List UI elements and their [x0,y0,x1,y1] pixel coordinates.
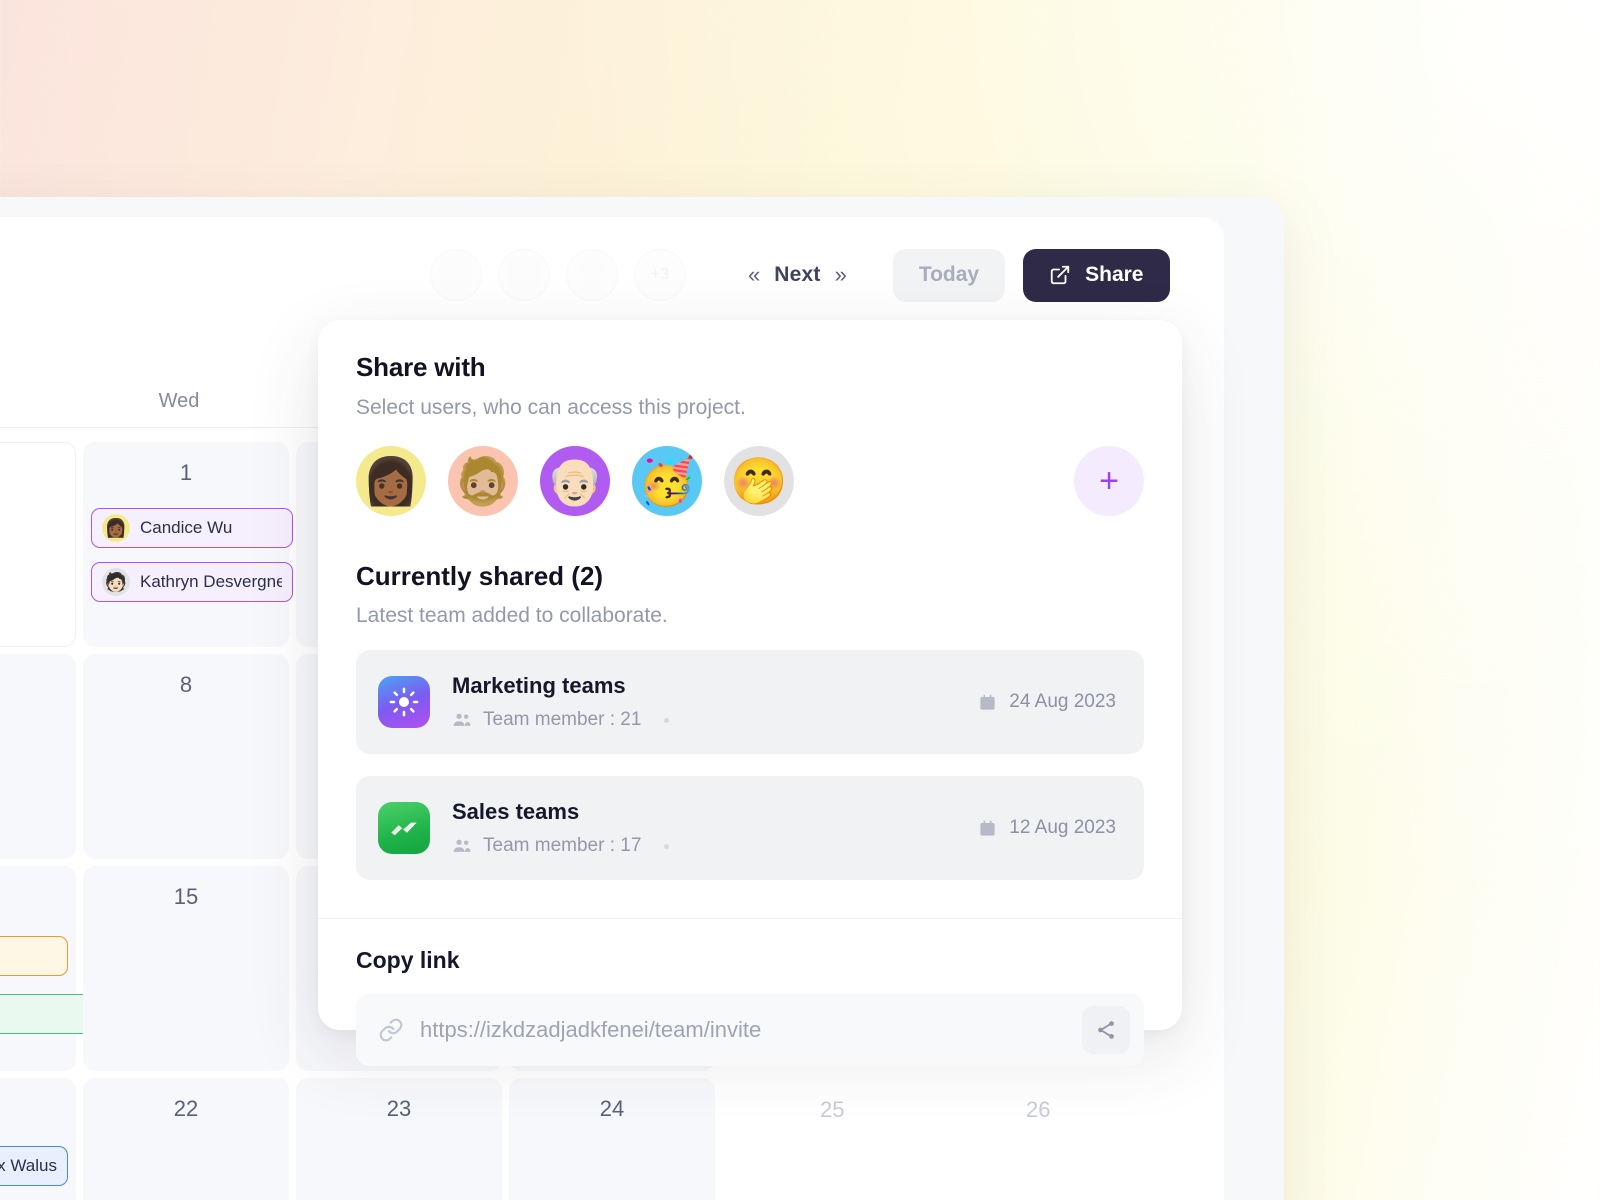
share-with-title: Share with [356,352,486,382]
calendar-day-cell[interactable]: 30 [0,442,76,647]
calendar-day-cell[interactable]: 23 [296,1078,502,1200]
team-member-count: Team member : 17 [483,835,642,856]
day-number: 22 [173,1096,199,1121]
team-name: Sales teams [452,799,580,824]
plus-icon: + [1099,461,1119,500]
currently-shared-subtitle: Latest team added to collaborate. [356,604,668,627]
share-modal: Share with Select users, who can access … [318,320,1182,1066]
day-number: 24 [599,1096,625,1121]
calendar-icon [978,819,997,838]
team-meta: Team member : 21 [452,709,978,731]
user-avatar-glasses[interactable]: 👴🏻 [540,446,610,516]
calendar-day-cell[interactable]: 24 [509,1078,715,1200]
member-avatar[interactable]: 🧑 [498,249,550,301]
event-label: Alex Walus [0,1156,57,1175]
team-card[interactable]: Marketing teams Team member : 21 24 Aug … [356,650,1144,754]
today-button[interactable]: Today [892,248,1006,302]
team-date: 24 Aug 2023 [978,691,1122,713]
day-number: 8 [179,672,193,697]
messenger-bolt-icon [378,802,430,854]
user-avatar-surprised[interactable]: 🤭 [724,446,794,516]
calendar-day-cell[interactable]: 1 👩🏾 Candice Wu 🧑🏻 Kathryn Desvergne [83,442,293,647]
team-date-label: 12 Aug 2023 [1009,817,1116,838]
share-link-button[interactable] [1082,1006,1130,1054]
user-avatar-bearded[interactable]: 🧔🏼 [448,446,518,516]
link-icon [378,1017,404,1043]
member-avatar-stack[interactable]: 👩 🧑 👤 +3 [430,249,702,301]
add-user-button[interactable]: + [1074,446,1144,516]
team-card[interactable]: Sales teams Team member : 17 12 Aug 2023 [356,776,1144,880]
copy-link-field[interactable]: https://izkdzadjadkfenei/team/invite [356,994,1144,1066]
day-number: 1 [179,460,193,485]
calendar-icon [978,693,997,712]
calendar-day-cell[interactable]: 14 [0,866,190,1071]
share-avatar-row: 👩🏾 🧔🏼 👴🏻 🥳 🤭 + [356,446,1144,516]
user-avatar-party[interactable]: 🥳 [632,446,702,516]
team-name: Marketing teams [452,673,626,698]
currently-shared-title: Currently shared (2) [356,561,604,591]
day-number: 21 [0,1096,76,1122]
period-navigation: « Next » [748,263,847,287]
team-date-label: 24 Aug 2023 [1009,691,1116,712]
calendar-day-cell[interactable]: 15 [83,866,289,1071]
copy-link-section: Copy link https://izkdzadjadkfenei/team/… [318,919,1182,1066]
event-avatar: 👩🏾 [102,514,130,542]
day-number: 14 [0,884,76,910]
calendar-event[interactable]: 🧑🏻 Kathryn Desvergne [91,562,293,602]
day-number: 23 [386,1096,412,1121]
people-icon [452,710,472,730]
share-with-subtitle: Select users, who can access this projec… [356,396,746,419]
copy-link-title: Copy link [356,947,460,973]
weekday-label: Wed [158,390,200,412]
share-nodes-icon [1095,1019,1117,1041]
team-info: Marketing teams Team member : 21 [452,673,978,731]
day-number: 7 [0,672,76,698]
calendar-day-cell[interactable]: 8 [83,654,289,859]
share-button-label: Share [1085,263,1144,286]
meta-separator-dot [664,843,670,849]
member-overflow-badge[interactable]: +3 [634,249,686,301]
share-button[interactable]: Share [1023,248,1170,302]
calendar-day-cell[interactable]: 21 Alex Walus [0,1078,76,1200]
calendar-toolbar: 👩 🧑 👤 +3 « Next » Today Share [430,242,1170,308]
chevron-double-right-icon[interactable]: » [835,264,847,286]
event-avatar: 🧑🏻 [102,568,130,596]
day-number-trailing[interactable]: 26 [1026,1097,1050,1123]
next-period-label[interactable]: Next [774,263,820,287]
calendar-event[interactable] [0,936,68,976]
day-number: 15 [173,884,199,909]
team-info: Sales teams Team member : 17 [452,799,978,857]
weekday-label: Tue [0,390,76,413]
user-avatar-candice[interactable]: 👩🏾 [356,446,426,516]
sun-icon [378,676,430,728]
team-meta: Team member : 17 [452,835,978,857]
chevron-double-left-icon[interactable]: « [748,264,760,286]
meta-separator-dot [664,717,670,723]
calendar-event[interactable]: Alex Walus [0,1146,68,1186]
event-label: Candice Wu [140,518,233,537]
external-link-icon [1049,264,1071,286]
member-avatar[interactable]: 👤 [566,249,618,301]
calendar-day-cell[interactable]: 22 [83,1078,289,1200]
day-number-trailing[interactable]: 25 [820,1097,844,1123]
event-label: Kathryn Desvergne [140,572,282,591]
invite-link-value[interactable]: https://izkdzadjadkfenei/team/invite [420,1017,1082,1043]
team-member-count: Team member : 21 [483,709,642,730]
day-number: 30 [0,461,75,487]
people-icon [452,836,472,856]
member-avatar[interactable]: 👩 [430,249,482,301]
share-modal-body: Share with Select users, who can access … [318,320,1182,880]
calendar-event[interactable]: 👩🏾 Candice Wu [91,508,293,548]
calendar-day-cell[interactable]: 7 [0,654,76,859]
team-date: 12 Aug 2023 [978,817,1122,839]
